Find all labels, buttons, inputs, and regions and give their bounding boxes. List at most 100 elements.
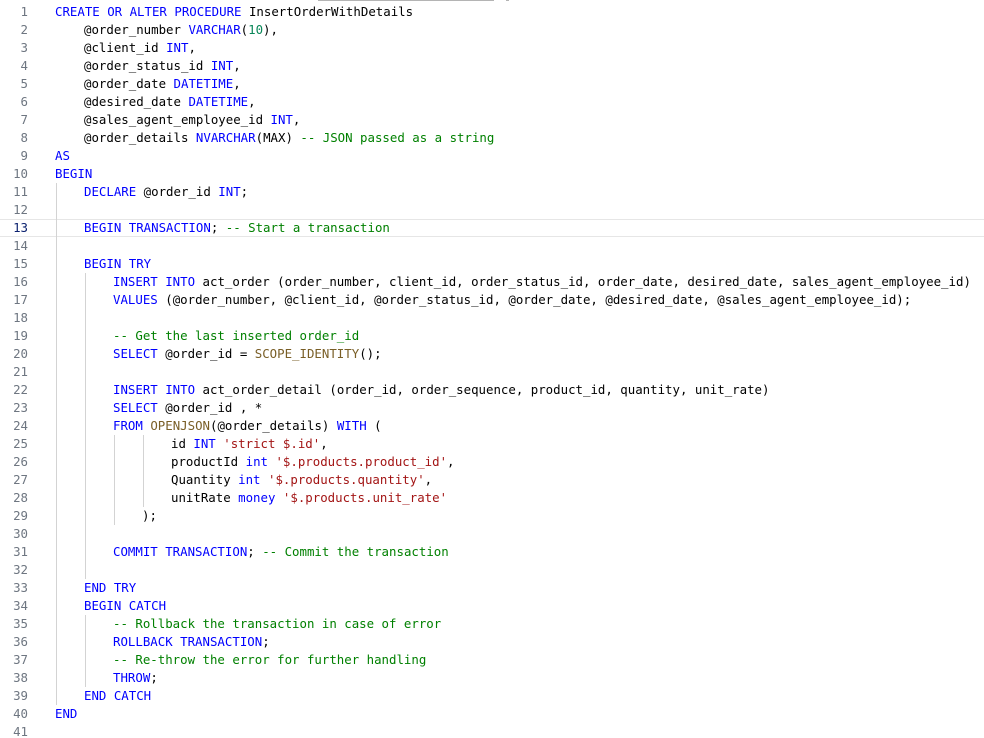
code-line-9[interactable]: 9 AS — [0, 147, 984, 165]
code-token: -- Start a transaction — [225, 220, 390, 235]
code-line-41[interactable]: 41 — [0, 723, 984, 738]
code-line-8[interactable]: 8 @order_details NVARCHAR(MAX) -- JSON pa… — [0, 129, 984, 147]
code-token: DATETIME — [173, 76, 234, 91]
code-token: , — [233, 58, 241, 73]
code-token: SELECT — [113, 400, 158, 415]
code-line-21[interactable]: 21 — [0, 363, 984, 381]
code-line-11[interactable]: 11 DECLARE @order_id INT; — [0, 183, 984, 201]
code-token: ( — [366, 418, 382, 433]
code-token: @order_id — [136, 184, 219, 199]
code-token: VARCHAR — [188, 22, 241, 37]
line-number: 36 — [13, 634, 28, 649]
code-line-25[interactable]: 25 id INT 'strict $.id', — [0, 435, 984, 453]
code-line-27[interactable]: 27 Quantity int '$.products.quantity', — [0, 471, 984, 489]
code-text: END CATCH — [84, 687, 151, 705]
code-text: @order_status_id INT, — [84, 57, 241, 75]
line-number: 38 — [13, 670, 28, 685]
code-line-10[interactable]: 10 BEGIN — [0, 165, 984, 183]
code-text: BEGIN CATCH — [84, 597, 166, 615]
code-line-3[interactable]: 3 @client_id INT, — [0, 39, 984, 57]
code-line-30[interactable]: 30 — [0, 525, 984, 543]
code-token: @order_date — [84, 76, 174, 91]
code-line-24[interactable]: 24 FROM OPENJSON(@order_details) WITH ( — [0, 417, 984, 435]
line-number: 29 — [13, 508, 28, 523]
code-text: @order_date DATETIME, — [84, 75, 241, 93]
code-line-34[interactable]: 34 BEGIN CATCH — [0, 597, 984, 615]
code-token: INT — [210, 58, 234, 73]
code-token: WITH — [336, 418, 367, 433]
code-token: , — [188, 40, 196, 55]
line-number: 12 — [13, 202, 28, 217]
code-line-4[interactable]: 4 @order_status_id INT, — [0, 57, 984, 75]
code-token: FROM — [113, 418, 143, 433]
code-text: @order_details NVARCHAR(MAX) -- JSON pas… — [84, 129, 494, 147]
line-number: 34 — [13, 598, 28, 613]
code-token: 'strict $.id' — [223, 436, 321, 451]
code-line-23[interactable]: 23 SELECT @order_id , * — [0, 399, 984, 417]
code-line-5[interactable]: 5 @order_date DATETIME, — [0, 75, 984, 93]
code-line-35[interactable]: 35 -- Rollback the transaction in case of… — [0, 615, 984, 633]
code-text: @order_number VARCHAR(10), — [84, 21, 278, 39]
code-token: @order_id , * — [157, 400, 263, 415]
code-line-29[interactable]: 29); — [0, 507, 984, 525]
code-token: MAX — [263, 130, 286, 145]
code-line-15[interactable]: 15 BEGIN TRY — [0, 255, 984, 273]
code-editor[interactable]: 1 CREATE OR ALTER PROCEDURE InsertOrderWi… — [0, 0, 984, 738]
code-token: ), — [263, 22, 278, 37]
line-number: 39 — [13, 688, 28, 703]
code-line-38[interactable]: 38 THROW; — [0, 669, 984, 687]
line-number: 33 — [13, 580, 28, 595]
code-token: ) — [285, 130, 301, 145]
code-line-20[interactable]: 20 SELECT @order_id = SCOPE_IDENTITY(); — [0, 345, 984, 363]
code-token: ( — [255, 130, 264, 145]
code-line-6[interactable]: 6 @desired_date DATETIME, — [0, 93, 984, 111]
code-line-31[interactable]: 31 COMMIT TRANSACTION; -- Commit the tran… — [0, 543, 984, 561]
code-token: END — [55, 706, 78, 721]
code-token: BEGIN CATCH — [84, 598, 167, 613]
code-line-16[interactable]: 16 INSERT INTO act_order (order_number, c… — [0, 273, 984, 291]
code-token: -- JSON passed as a string — [300, 130, 495, 145]
code-line-14[interactable]: 14 — [0, 237, 984, 255]
code-token: AS — [55, 148, 70, 163]
code-token: , — [248, 94, 256, 109]
code-line-28[interactable]: 28 unitRate money '$.products.unit_rate' — [0, 489, 984, 507]
code-line-32[interactable]: 32 — [0, 561, 984, 579]
code-token: ) — [321, 418, 337, 433]
code-text: END — [55, 705, 77, 723]
code-token: DATETIME — [188, 94, 249, 109]
code-line-19[interactable]: 19 -- Get the last inserted order_id — [0, 327, 984, 345]
code-line-7[interactable]: 7 @sales_agent_employee_id INT, — [0, 111, 984, 129]
code-line-12[interactable]: 12 — [0, 201, 984, 219]
code-token: ( — [157, 292, 173, 307]
code-line-22[interactable]: 22 INSERT INTO act_order_detail (order_id… — [0, 381, 984, 399]
line-number: 35 — [13, 616, 28, 631]
code-token: ); — [896, 292, 912, 307]
code-line-36[interactable]: 36 ROLLBACK TRANSACTION; — [0, 633, 984, 651]
code-line-40[interactable]: 40 END — [0, 705, 984, 723]
code-line-17[interactable]: 17 VALUES (@order_number, @client_id, @or… — [0, 291, 984, 309]
code-line-13[interactable]: 13 BEGIN TRANSACTION; -- Start a transact… — [0, 219, 984, 237]
code-line-18[interactable]: 18 — [0, 309, 984, 327]
code-line-33[interactable]: 33 END TRY — [0, 579, 984, 597]
code-text: @client_id INT, — [84, 39, 196, 57]
code-line-26[interactable]: 26 productId int '$.products.product_id', — [0, 453, 984, 471]
code-token: BEGIN TRANSACTION — [84, 220, 211, 235]
code-token: @order_details — [84, 130, 196, 145]
code-token: InsertOrderWithDetails — [241, 4, 414, 19]
code-line-2[interactable]: 2 @order_number VARCHAR(10), — [0, 21, 984, 39]
code-token: , — [320, 436, 328, 451]
line-number: 10 — [13, 166, 28, 181]
line-number: 27 — [13, 472, 28, 487]
code-token: SCOPE_IDENTITY — [254, 346, 360, 361]
code-line-37[interactable]: 37 -- Re-throw the error for further hand… — [0, 651, 984, 669]
code-line-1[interactable]: 1 CREATE OR ALTER PROCEDURE InsertOrderWi… — [0, 3, 984, 21]
line-number: 16 — [13, 274, 28, 289]
code-text: COMMIT TRANSACTION; -- Commit the transa… — [113, 543, 449, 561]
line-number: 17 — [13, 292, 28, 307]
code-text: -- Get the last inserted order_id — [113, 327, 359, 345]
code-token: @sales_agent_employee_id — [84, 112, 271, 127]
code-token: @order_number, @client_id, @order_status… — [172, 292, 897, 307]
code-token: SELECT — [113, 346, 158, 361]
code-line-39[interactable]: 39 END CATCH — [0, 687, 984, 705]
